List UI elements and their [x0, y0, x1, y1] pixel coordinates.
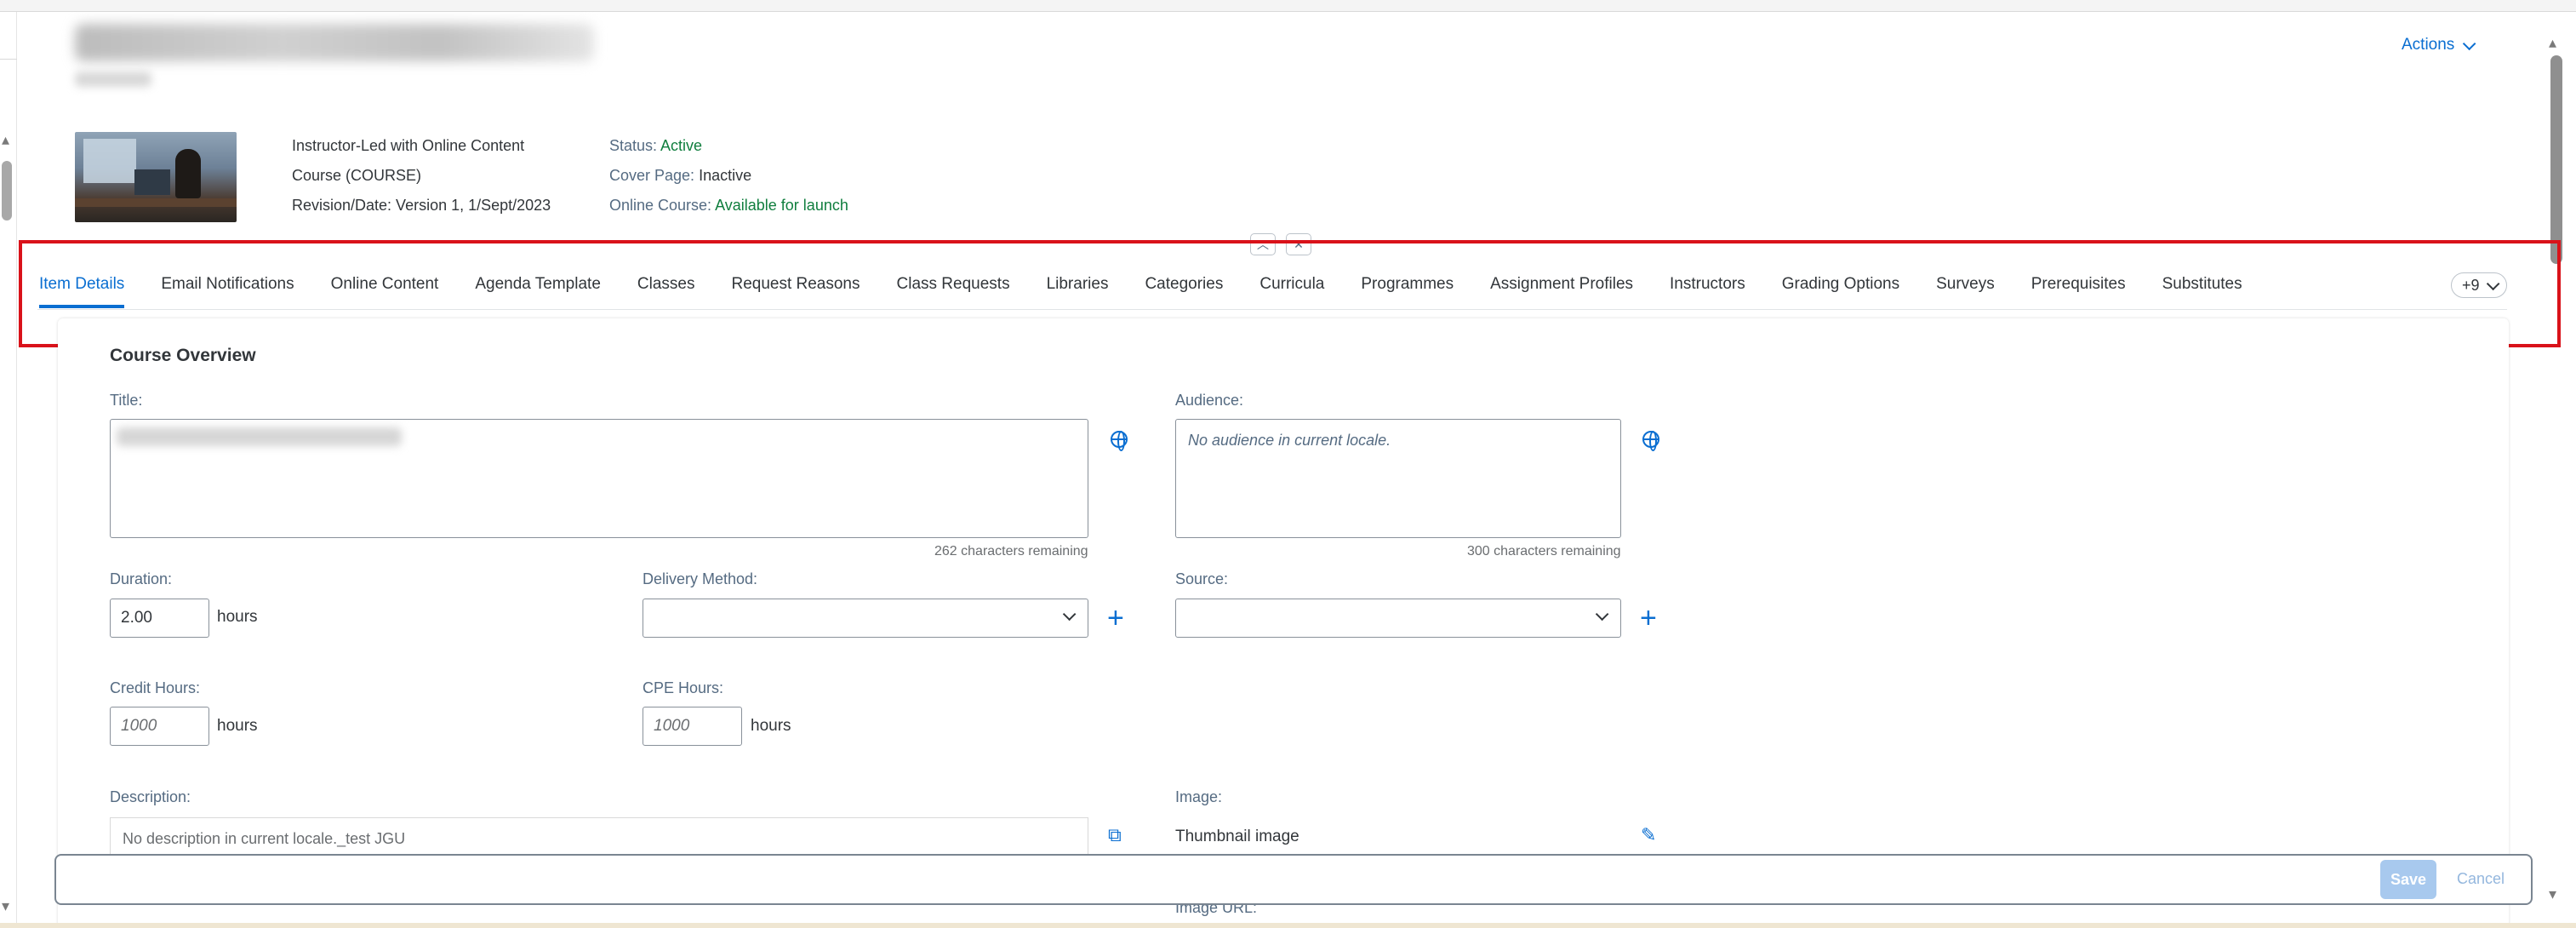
cover-page-label: Cover Page: [609, 167, 695, 184]
delivery-method-label: Delivery Method: [643, 570, 758, 587]
left-scroll-thumb[interactable] [2, 161, 12, 221]
chevron-down-icon [1062, 607, 1077, 622]
tab-categories[interactable]: Categories [1145, 272, 1223, 308]
duration-label: Duration: [110, 570, 173, 587]
tab-curricula[interactable]: Curricula [1259, 272, 1324, 308]
bottom-edge [0, 923, 2576, 928]
image-label: Image: [1175, 788, 1223, 805]
title-char-counter: 262 characters remaining [934, 544, 1088, 559]
scroll-up-icon[interactable]: ▴ [2549, 34, 2556, 52]
tab-surveys[interactable]: Surveys [1936, 272, 1995, 308]
audience-label: Audience: [1175, 392, 1244, 409]
scroll-up-icon[interactable]: ▴ [2, 131, 9, 149]
tab-prerequisites[interactable]: Prerequisites [2031, 272, 2126, 308]
tab-grading-options[interactable]: Grading Options [1782, 272, 1899, 308]
tab-libraries[interactable]: Libraries [1047, 272, 1109, 308]
course-thumbnail-image [75, 132, 237, 222]
tab-class-requests[interactable]: Class Requests [897, 272, 1010, 308]
tab-list: Item Details Email Notifications Online … [39, 272, 2279, 308]
pencil-icon[interactable]: ✎ [1641, 824, 1656, 846]
course-meta-right: Status: Active Cover Page: Inactive Onli… [609, 131, 848, 221]
status-label: Status: [609, 137, 658, 154]
tab-bar-divider [37, 309, 2507, 310]
tab-instructors[interactable]: Instructors [1670, 272, 1745, 308]
actions-label: Actions [2402, 36, 2455, 54]
scroll-down-icon[interactable]: ▾ [2549, 885, 2556, 903]
right-scrollbar[interactable]: ▴ ▾ [2547, 34, 2566, 911]
tab-agenda-template[interactable]: Agenda Template [475, 272, 601, 308]
page-title-redacted [75, 24, 594, 61]
credit-hours-label: Credit Hours: [110, 679, 201, 696]
chevron-down-icon [2463, 37, 2476, 50]
course-type-text: Instructor-Led with Online Content [292, 137, 525, 154]
tab-request-reasons[interactable]: Request Reasons [731, 272, 860, 308]
course-meta-left: Instructor-Led with Online Content Cours… [292, 131, 551, 221]
add-source-icon[interactable]: + [1640, 604, 1657, 633]
source-label: Source: [1175, 570, 1229, 587]
footer-bar [54, 854, 2533, 905]
globe-icon[interactable] [1111, 431, 1128, 451]
cpe-hours-input[interactable]: 1000 [643, 707, 742, 746]
tab-item-details[interactable]: Item Details [39, 272, 125, 308]
tab-assignment-profiles[interactable]: Assignment Profiles [1490, 272, 1633, 308]
more-tabs-button[interactable]: +9 [2451, 272, 2507, 298]
chevron-down-icon [2486, 277, 2499, 290]
page-subtitle-redacted [75, 72, 151, 87]
online-course-value: Available for launch [715, 197, 848, 214]
credit-hours-input[interactable]: 1000 [110, 707, 209, 746]
duration-unit: hours [217, 608, 258, 626]
scroll-down-icon[interactable]: ▾ [2, 897, 9, 915]
audience-textarea[interactable]: No audience in current locale. [1175, 419, 1621, 538]
tab-programmes[interactable]: Programmes [1361, 272, 1454, 308]
right-scroll-thumb[interactable] [2550, 55, 2562, 264]
cpe-hours-unit: hours [751, 717, 791, 735]
section-title: Course Overview [110, 346, 256, 365]
audience-char-counter: 300 characters remaining [1467, 544, 1621, 559]
translate-icon[interactable]: ⧉ [1108, 824, 1122, 846]
title-label: Title: [110, 392, 143, 409]
add-delivery-method-icon[interactable]: + [1107, 604, 1124, 633]
delivery-method-select[interactable] [643, 599, 1088, 638]
cpe-hours-label: CPE Hours: [643, 679, 724, 696]
revision-text: Revision/Date: Version 1, 1/Sept/2023 [292, 197, 551, 214]
cover-page-value: Inactive [699, 167, 752, 184]
tab-substitutes[interactable]: Substitutes [2162, 272, 2242, 308]
top-strip [0, 0, 2576, 12]
duration-input[interactable]: 2.00 [110, 599, 209, 638]
description-label: Description: [110, 788, 191, 805]
left-rail-divider [0, 59, 17, 60]
tab-email-notifications[interactable]: Email Notifications [161, 272, 294, 308]
actions-button[interactable]: Actions [2402, 36, 2476, 54]
cancel-button[interactable]: Cancel [2457, 870, 2505, 888]
left-scroll-rail: ▴ ▾ [0, 12, 17, 928]
source-select[interactable] [1175, 599, 1621, 638]
course-id-text: Course (COURSE) [292, 167, 422, 184]
thumbnail-label: Thumbnail image [1175, 828, 1299, 845]
more-tabs-count: +9 [2462, 276, 2480, 294]
online-course-label: Online Course: [609, 197, 712, 214]
title-value-redacted [117, 427, 402, 446]
status-value: Active [660, 137, 703, 154]
tab-online-content[interactable]: Online Content [331, 272, 439, 308]
chevron-down-icon [1595, 607, 1609, 622]
globe-icon[interactable] [1642, 431, 1659, 451]
tab-classes[interactable]: Classes [637, 272, 695, 308]
credit-hours-unit: hours [217, 717, 258, 735]
save-button[interactable]: Save [2380, 860, 2436, 899]
